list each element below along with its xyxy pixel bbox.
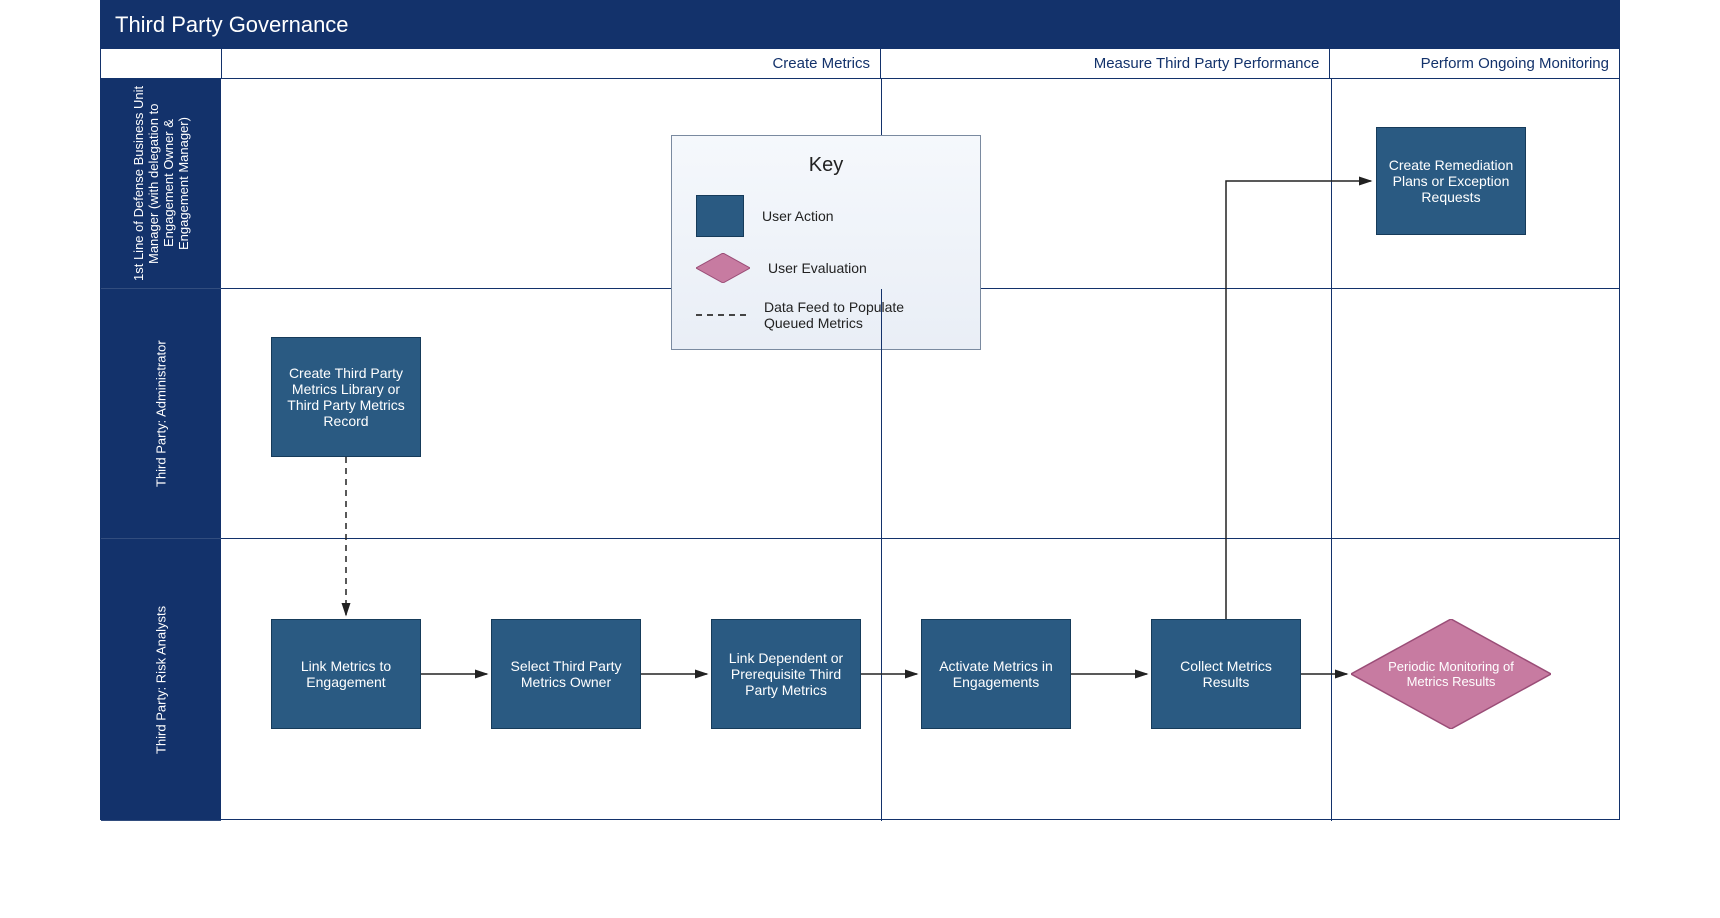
phase-divider [1331,79,1332,288]
key-swatch-action-icon [696,195,744,237]
box-label: Create Third Party Metrics Library or Th… [280,365,412,429]
lane-body: Create Third Party Metrics Library or Th… [221,289,1619,539]
key-row-user-action: User Action [696,195,956,237]
box-label: Link Dependent or Prerequisite Third Par… [720,650,852,698]
key-row-user-evaluation: User Evaluation [696,253,956,283]
lane-business-unit-manager: 1st Line of Defense Business Unit Manage… [101,79,1619,289]
box-label: Create Remediation Plans or Exception Re… [1385,157,1517,205]
lane-header-text: Third Party: Administrator [154,340,169,487]
key-label: User Evaluation [768,260,867,276]
box-label: Activate Metrics in Engagements [930,658,1062,690]
box-label: Select Third Party Metrics Owner [500,658,632,690]
box-collect-metrics-results: Collect Metrics Results [1151,619,1301,729]
phase-label: Create Metrics [772,55,870,72]
phase-divider [1331,539,1332,821]
lane-body: Create Remediation Plans or Exception Re… [221,79,1619,289]
phase-measure-performance: Measure Third Party Performance [880,49,1329,79]
lane-header-text: 1st Line of Defense Business Unit Manage… [131,85,191,282]
box-link-dependent-metrics: Link Dependent or Prerequisite Third Par… [711,619,861,729]
phase-label: Perform Ongoing Monitoring [1421,55,1609,72]
phase-divider [1331,289,1332,538]
box-activate-metrics: Activate Metrics in Engagements [921,619,1071,729]
box-label: Collect Metrics Results [1160,658,1292,690]
lane-header-text: Third Party: Risk Analysts [154,605,169,753]
phase-ongoing-monitoring: Perform Ongoing Monitoring [1329,49,1619,79]
box-select-metrics-owner: Select Third Party Metrics Owner [491,619,641,729]
lane-header: Third Party: Administrator [101,289,221,539]
phase-divider [881,539,882,821]
lane-third-party-risk-analysts: Third Party: Risk Analysts Link Metrics … [101,539,1619,821]
diagram-title-text: Third Party Governance [115,12,349,38]
lane-header-spacer [101,49,221,79]
diamond-periodic-monitoring: Periodic Monitoring of Metrics Results [1351,619,1551,729]
box-link-metrics-engagement: Link Metrics to Engagement [271,619,421,729]
phase-divider [881,289,882,538]
key-label: User Action [762,208,834,224]
phase-header-row: Create Metrics Measure Third Party Perfo… [101,49,1619,79]
swimlane-diagram: Third Party Governance Create Metrics Me… [100,0,1620,820]
key-title: Key [696,154,956,177]
phase-label: Measure Third Party Performance [1094,55,1320,72]
lane-body: Link Metrics to Engagement Select Third … [221,539,1619,821]
lane-third-party-administrator: Third Party: Administrator Create Third … [101,289,1619,539]
box-create-metrics-library: Create Third Party Metrics Library or Th… [271,337,421,457]
box-create-remediation: Create Remediation Plans or Exception Re… [1376,127,1526,235]
diagram-title: Third Party Governance [101,1,1619,49]
key-swatch-evaluation-icon [696,253,750,283]
box-label: Link Metrics to Engagement [280,658,412,690]
diamond-label: Periodic Monitoring of Metrics Results [1381,659,1521,689]
lane-header: Third Party: Risk Analysts [101,539,221,821]
phase-create-metrics: Create Metrics [221,49,880,79]
lane-header: 1st Line of Defense Business Unit Manage… [101,79,221,289]
